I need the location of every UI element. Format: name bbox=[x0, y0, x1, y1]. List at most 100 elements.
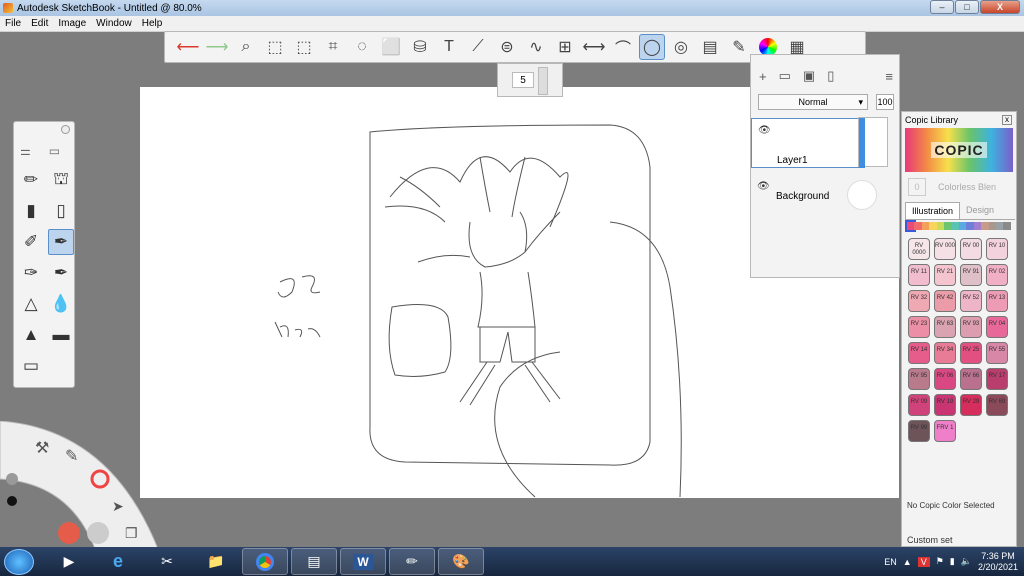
chisel-marker-icon[interactable]: ▯ bbox=[48, 198, 74, 224]
eraser-icon[interactable]: ▬ bbox=[48, 322, 74, 348]
menu-edit[interactable]: Edit bbox=[26, 18, 53, 29]
pencil-icon[interactable]: ✏ bbox=[18, 167, 44, 193]
blend-mode-select[interactable]: Normal bbox=[758, 94, 868, 110]
maximize-button[interactable]: □ bbox=[955, 0, 979, 14]
fountain-pen-icon[interactable]: ✒ bbox=[48, 260, 74, 286]
copic-swatch[interactable]: RV 34 bbox=[934, 342, 956, 364]
word-icon[interactable]: W bbox=[340, 548, 386, 575]
copic-swatch[interactable]: FRV 1 bbox=[934, 420, 956, 442]
flag-icon[interactable]: ⚑ bbox=[936, 556, 944, 567]
lagoon-layers-icon[interactable]: ❐ bbox=[125, 525, 138, 541]
copic-swatch[interactable]: RV 0000 bbox=[908, 238, 930, 260]
predictive-icon[interactable]: ◯ bbox=[639, 34, 665, 60]
copic-swatch[interactable]: RV 17 bbox=[986, 368, 1008, 390]
network-icon[interactable]: ▮ bbox=[950, 556, 955, 567]
copic-swatch[interactable]: RV 52 bbox=[960, 290, 982, 312]
copic-swatch[interactable]: RV 69 bbox=[986, 394, 1008, 416]
antivirus-icon[interactable]: V bbox=[917, 556, 930, 567]
bucket-icon[interactable]: ⛁ bbox=[407, 34, 433, 60]
copic-swatch[interactable]: RV 55 bbox=[986, 342, 1008, 364]
stroke-icon[interactable]: ⌒ bbox=[610, 34, 636, 60]
copic-swatch[interactable]: RV 25 bbox=[960, 342, 982, 364]
layer-item-background[interactable]: 👁 Background bbox=[751, 175, 901, 225]
tray-expand-icon[interactable]: ▲ bbox=[903, 557, 912, 567]
copic-swatch[interactable]: RV 02 bbox=[986, 264, 1008, 286]
brush-palette-close-icon[interactable] bbox=[61, 125, 70, 134]
close-button[interactable]: X bbox=[980, 0, 1020, 14]
lagoon-puck-icon[interactable] bbox=[6, 473, 18, 485]
copic-swatch[interactable]: RV 29 bbox=[960, 394, 982, 416]
copic-swatch[interactable]: RV 09 bbox=[908, 394, 930, 416]
add-group-icon[interactable]: ▭ bbox=[779, 68, 791, 84]
snipping-tool-icon[interactable]: ✂ bbox=[144, 548, 190, 575]
add-layer-icon[interactable]: + bbox=[759, 69, 767, 84]
opacity-field[interactable]: 100 bbox=[876, 94, 894, 110]
winrar-icon[interactable]: ▤ bbox=[291, 548, 337, 575]
layer-editor-icon[interactable]: ▤ bbox=[697, 34, 723, 60]
copic-swatch[interactable]: RV 00 bbox=[960, 238, 982, 260]
clock[interactable]: 7:36 PM 2/20/2021 bbox=[978, 551, 1018, 573]
copic-swatch[interactable]: RV 63 bbox=[934, 316, 956, 338]
copic-swatch[interactable]: RV 95 bbox=[908, 368, 930, 390]
color-family-strip[interactable] bbox=[904, 220, 1011, 232]
perspective-icon[interactable]: ⊞ bbox=[552, 34, 578, 60]
copic-swatch[interactable]: RV 19 bbox=[934, 394, 956, 416]
lasso-icon[interactable]: ◌ bbox=[349, 34, 375, 60]
crop-select-icon[interactable]: ⬚ bbox=[291, 34, 317, 60]
copic-swatch[interactable]: RV 13 bbox=[986, 290, 1008, 312]
fine-pen-icon[interactable]: ✒ bbox=[48, 229, 74, 255]
copic-swatch[interactable]: RV 11 bbox=[908, 264, 930, 286]
brush-properties-icon[interactable]: ⚌ bbox=[20, 144, 31, 158]
internet-explorer-icon[interactable]: e bbox=[95, 548, 141, 575]
add-image-icon[interactable]: ▣ bbox=[803, 68, 815, 84]
language-indicator[interactable]: EN bbox=[884, 557, 897, 567]
copic-swatch[interactable]: RV 10 bbox=[986, 238, 1008, 260]
close-icon[interactable]: x bbox=[1002, 115, 1012, 125]
sketchbook-task-icon[interactable]: ✏ bbox=[389, 548, 435, 575]
symmetry-icon[interactable]: ⟷ bbox=[581, 34, 607, 60]
tab-illustration[interactable]: Illustration bbox=[905, 202, 961, 219]
lagoon-dot-icon[interactable] bbox=[7, 496, 17, 506]
copic-icon[interactable]: ◎ bbox=[668, 34, 694, 60]
paint-icon[interactable]: 🎨 bbox=[438, 548, 484, 575]
copic-swatch[interactable]: RV 21 bbox=[934, 264, 956, 286]
lagoon-brush-icon[interactable]: ✎ bbox=[65, 448, 78, 465]
brush-library-icon[interactable]: ▭ bbox=[49, 144, 60, 158]
copic-swatch[interactable]: RV 91 bbox=[960, 264, 982, 286]
ellipse-icon[interactable]: ⊜ bbox=[494, 34, 520, 60]
ballpoint-pen-icon[interactable]: ✐ bbox=[18, 229, 44, 255]
layer-item-layer1[interactable]: 👁 Layer1 bbox=[751, 118, 859, 168]
tab-design[interactable]: Design bbox=[960, 202, 1000, 219]
menu-image[interactable]: Image bbox=[53, 18, 91, 29]
undo-icon[interactable]: ⟵ bbox=[175, 34, 201, 60]
copic-swatch[interactable]: RV 66 bbox=[960, 368, 982, 390]
media-player-icon[interactable]: ▶ bbox=[46, 548, 92, 575]
brush-size-puck[interactable]: 5 bbox=[497, 63, 563, 97]
copic-swatch[interactable]: RV 99 bbox=[908, 420, 930, 442]
transform-icon[interactable]: ⬜ bbox=[378, 34, 404, 60]
eye-icon[interactable]: 👁 bbox=[757, 181, 770, 192]
airbrush-icon[interactable]: ⛫ bbox=[48, 167, 74, 193]
brush-size-value[interactable]: 5 bbox=[512, 72, 534, 88]
file-explorer-icon[interactable]: 📁 bbox=[193, 548, 239, 575]
copic-swatch[interactable]: RV 04 bbox=[986, 316, 1008, 338]
layer1-side-panel[interactable] bbox=[858, 117, 888, 168]
copic-swatch[interactable]: RV 23 bbox=[908, 316, 930, 338]
french-curve-icon[interactable]: ∿ bbox=[523, 34, 549, 60]
water-drop-icon[interactable]: 💧 bbox=[48, 291, 74, 317]
chrome-icon[interactable] bbox=[242, 548, 288, 575]
lagoon-menu[interactable]: ⚒ ✎ ➤ ❐ bbox=[0, 421, 160, 549]
menu-help[interactable]: Help bbox=[137, 18, 168, 29]
lagoon-redo-icon[interactable] bbox=[87, 522, 109, 544]
copic-swatch[interactable]: RV 14 bbox=[908, 342, 930, 364]
soft-brush-icon[interactable]: △ bbox=[18, 291, 44, 317]
lagoon-select-icon[interactable]: ➤ bbox=[112, 498, 124, 514]
copic-swatch[interactable]: RV 93 bbox=[960, 316, 982, 338]
copic-swatch[interactable]: RV 32 bbox=[908, 290, 930, 312]
select-icon[interactable]: ⬚ bbox=[262, 34, 288, 60]
custom-set-label[interactable]: Custom set bbox=[907, 535, 953, 545]
hard-brush-icon[interactable]: ▲ bbox=[18, 322, 44, 348]
lagoon-undo-icon[interactable] bbox=[58, 522, 80, 544]
copic-swatch[interactable]: RV 000 bbox=[934, 238, 956, 260]
menu-window[interactable]: Window bbox=[91, 18, 137, 29]
